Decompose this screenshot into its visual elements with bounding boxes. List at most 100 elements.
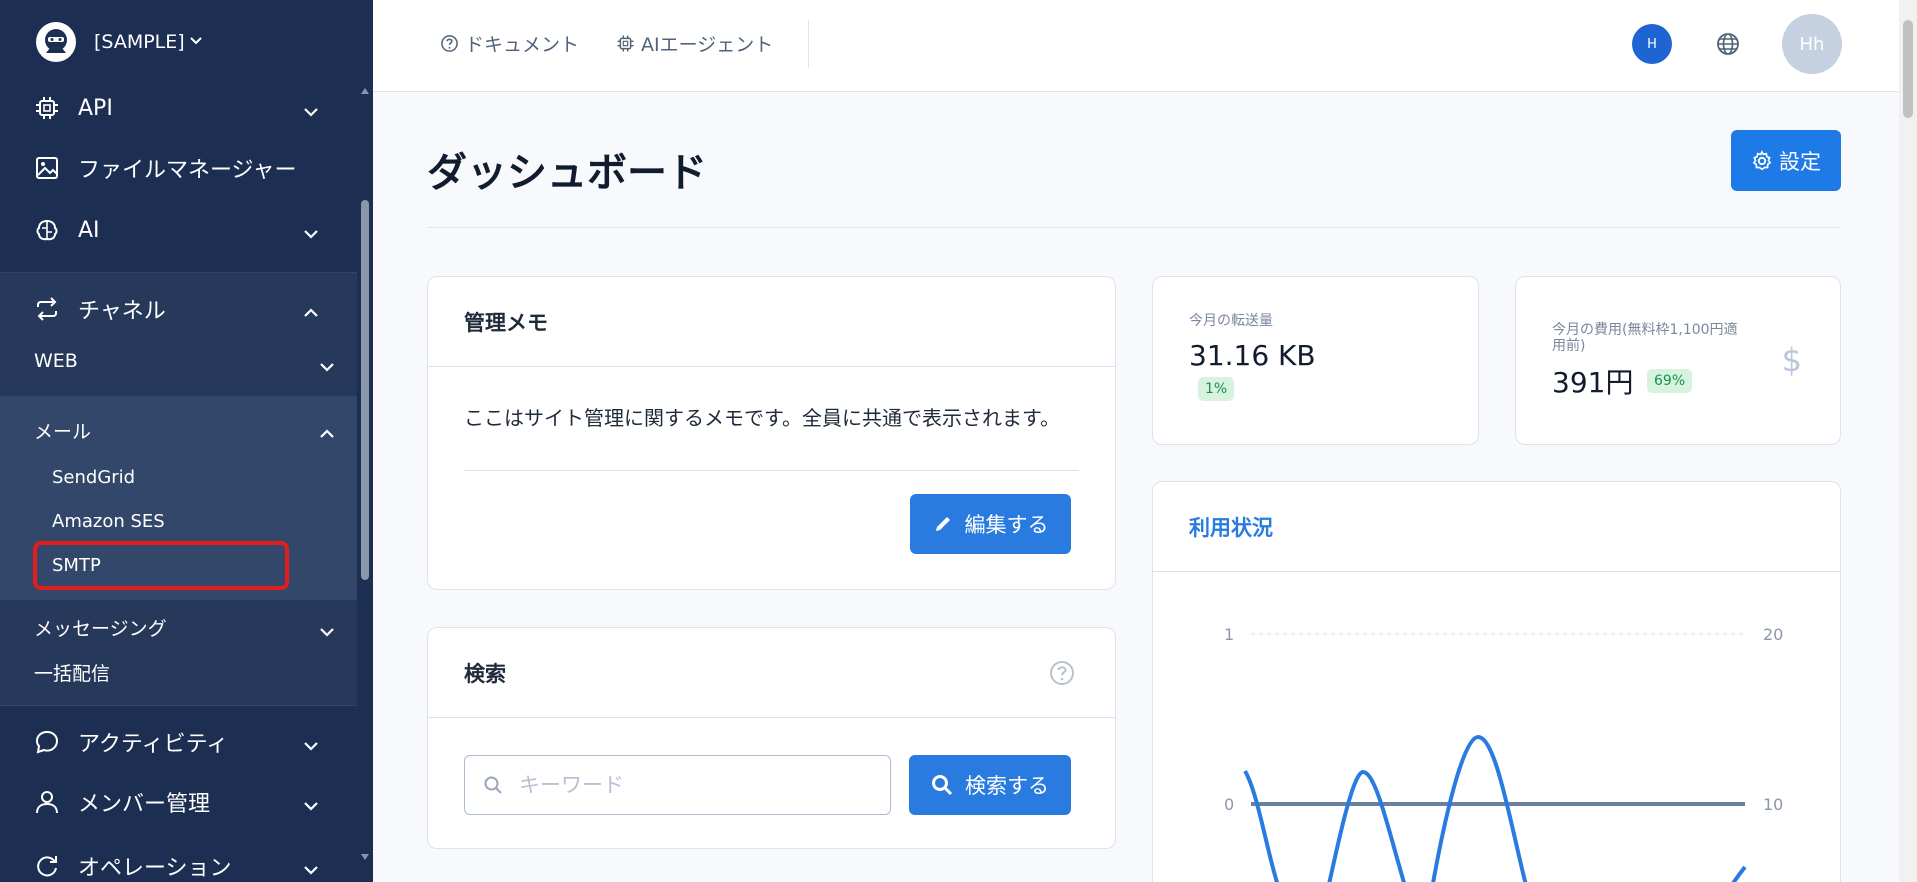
user-icon (34, 789, 60, 815)
dollar-icon: $ (1781, 341, 1802, 379)
chat-bubble-icon (34, 729, 60, 755)
memo-card-title: 管理メモ (428, 277, 1115, 367)
brand-selector[interactable]: [SAMPLE] (36, 22, 203, 62)
sidebar-item-label: チャネル (78, 299, 166, 324)
cost-stat-card: 今月の費用(無料枠1,100円適 用前) 391円 69% $ (1515, 276, 1841, 445)
transfer-stat-card: 今月の転送量 31.16 KB 1% (1152, 276, 1479, 445)
stat-label-line2: 用前) (1552, 338, 1586, 354)
help-circle-icon[interactable] (1049, 660, 1075, 686)
search-card-title: 検索 (428, 628, 1115, 718)
chip-icon (615, 34, 635, 54)
chevron-down-icon (303, 98, 319, 123)
edit-button-label: 編集する (964, 514, 1049, 537)
sidebar-subitem-label: メール (34, 421, 92, 443)
chevron-down-icon (303, 732, 319, 757)
memo-card: 管理メモ ここはサイト管理に関するメモです。全員に共通で表示されます。 編集する (427, 276, 1116, 590)
search-button[interactable]: 検索する (909, 755, 1071, 815)
brand-logo (36, 22, 76, 62)
chevron-down-icon (303, 220, 319, 245)
top-header: ドキュメント AIエージェント H Hh (373, 0, 1899, 92)
sidebar-item-channel[interactable]: チャネル (0, 281, 357, 337)
series-line-wave (1243, 734, 1747, 882)
settings-button-label: 設定 (1779, 150, 1821, 174)
y-left-tick: 1 (1224, 625, 1234, 644)
scroll-up-arrow[interactable] (361, 88, 369, 94)
highlight-box (33, 541, 289, 590)
divider (0, 599, 357, 600)
search-card: 検索 検索する (427, 627, 1116, 849)
scrollbar-thumb[interactable] (361, 200, 369, 580)
docs-link[interactable]: ドキュメント (439, 30, 579, 57)
y-right-tick: 20 (1763, 625, 1783, 644)
header-divider (808, 20, 809, 68)
sidebar-item-label: アクティビティ (78, 732, 229, 757)
status-badge: 69% (1647, 369, 1693, 393)
pencil-icon (933, 514, 953, 534)
sidebar-item-label: AI (78, 217, 100, 243)
sidebar-scrollbar[interactable] (357, 0, 373, 882)
search-input[interactable] (519, 773, 879, 797)
page-title: ダッシュボード (427, 150, 707, 196)
sidebar-item-label: ファイルマネージャー (78, 158, 297, 183)
image-icon (34, 155, 60, 181)
stat-value: 391円 (1552, 366, 1634, 399)
stat-label: 今月の転送量 (1189, 313, 1273, 329)
usage-card: 利用状況 1 0 20 10 (1152, 481, 1841, 882)
stat-label-line1: 今月の費用(無料枠1,100円適 (1552, 322, 1738, 338)
search-icon (483, 775, 503, 795)
sidebar-item-members[interactable]: メンバー管理 (0, 774, 357, 830)
sidebar-subitem-label: メッセージング (34, 618, 167, 640)
chip-icon (34, 95, 60, 121)
page-scrollbar[interactable] (1899, 0, 1917, 882)
ai-agent-link[interactable]: AIエージェント (615, 30, 773, 57)
memo-text: ここはサイト管理に関するメモです。全員に共通で表示されます。 (464, 406, 1060, 430)
refresh-icon (34, 853, 60, 879)
sidebar-leaf-sendgrid[interactable]: SendGrid (52, 467, 135, 488)
sidebar-subitem-label: WEB (34, 350, 78, 372)
globe-icon[interactable] (1710, 26, 1746, 62)
sidebar-subitem-bulk[interactable]: 一括配信 (34, 659, 110, 686)
stat-value: 31.16 KB (1189, 339, 1316, 372)
search-button-label: 検索する (965, 775, 1049, 798)
user-chip[interactable]: H (1632, 24, 1672, 64)
scrollbar-thumb[interactable] (1903, 20, 1913, 118)
gear-icon (1751, 149, 1773, 172)
divider (0, 705, 357, 706)
y-right-tick: 10 (1763, 795, 1783, 814)
chevron-up-icon (319, 424, 335, 443)
search-icon (931, 774, 953, 796)
status-badge: 1% (1198, 377, 1235, 401)
search-input-wrapper (464, 755, 891, 815)
chevron-down-icon (319, 357, 335, 376)
docs-link-label: ドキュメント (465, 34, 580, 56)
sidebar-item-ai[interactable]: AI (0, 202, 357, 258)
usage-chart: 1 0 20 10 (1224, 625, 1783, 882)
ai-agent-link-label: AIエージェント (641, 34, 774, 56)
sidebar-item-label: メンバー管理 (78, 792, 211, 817)
help-circle-icon (439, 34, 459, 54)
sidebar-item-file-manager[interactable]: ファイルマネージャー (0, 140, 357, 196)
settings-button[interactable]: 設定 (1731, 130, 1841, 191)
scroll-down-arrow[interactable] (361, 854, 369, 860)
sidebar: [SAMPLE] API ファイルマネージャー AI チャネル WEB メール … (0, 0, 373, 882)
chevron-down-icon (303, 792, 319, 817)
chevron-down-icon (319, 622, 335, 641)
chevron-down-icon (303, 856, 319, 881)
usage-card-title: 利用状況 (1153, 482, 1840, 572)
sidebar-item-api[interactable]: API (0, 80, 357, 136)
edit-button[interactable]: 編集する (910, 494, 1071, 554)
chevron-down-icon (189, 34, 203, 50)
sidebar-item-operations[interactable]: オペレーション (0, 838, 357, 882)
sidebar-leaf-amazon-ses[interactable]: Amazon SES (52, 511, 165, 532)
brain-icon (34, 217, 60, 243)
sidebar-item-activity[interactable]: アクティビティ (0, 714, 357, 770)
divider (464, 470, 1079, 471)
repeat-icon (34, 296, 60, 322)
avatar[interactable]: Hh (1782, 14, 1842, 74)
chevron-up-icon (303, 299, 319, 324)
sidebar-item-label: オペレーション (78, 856, 232, 881)
sidebar-item-label: API (78, 95, 113, 121)
brand-name: [SAMPLE] (94, 31, 185, 53)
y-left-tick: 0 (1224, 795, 1234, 814)
divider (427, 227, 1841, 228)
